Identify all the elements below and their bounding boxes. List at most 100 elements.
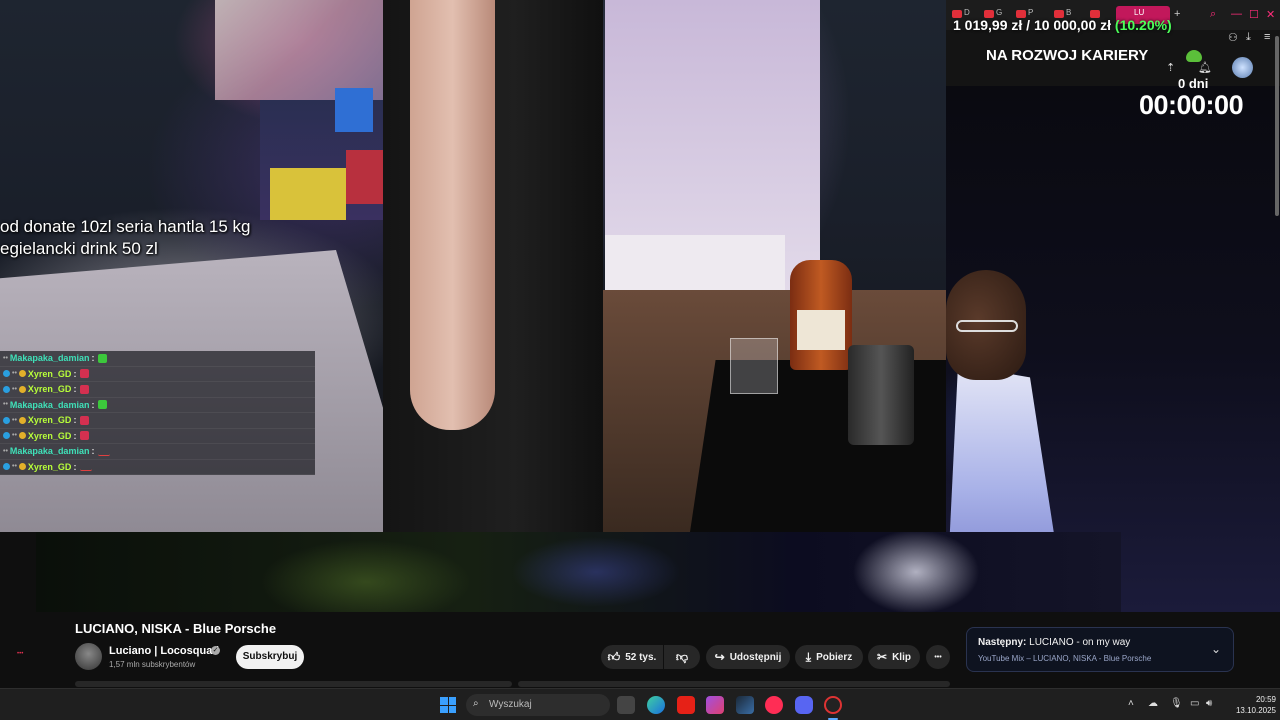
sub-badge-icon xyxy=(3,432,10,440)
verified-icon: ✓ xyxy=(211,646,220,655)
chat-colon: : xyxy=(91,446,95,457)
start-button[interactable] xyxy=(440,697,456,713)
mini-icon: ••• xyxy=(17,651,24,657)
clock[interactable]: 20:59 13.10.2025 xyxy=(1226,694,1276,716)
tab-label[interactable]: D xyxy=(964,8,970,17)
gold-badge-icon xyxy=(18,370,26,378)
sub-badge-icon xyxy=(3,370,10,378)
chat-colon: : xyxy=(73,384,77,395)
minimize-icon[interactable]: — xyxy=(1231,8,1242,20)
chat-username[interactable]: Xyren_GD xyxy=(28,369,72,379)
donation-goal: 1 019,99 zł / 10 000,00 zł (10.20%) xyxy=(953,17,1172,33)
new-tab-icon[interactable]: + xyxy=(1174,8,1180,20)
tab-label[interactable]: B xyxy=(1066,8,1071,17)
download-icon[interactable]: ⤓ xyxy=(1246,31,1251,44)
badge-dots-icon: •• xyxy=(3,401,8,409)
microphone-icon[interactable]: 🎙︎ xyxy=(1170,698,1183,709)
goal-amount: 1 019,99 zł / 10 000,00 zł xyxy=(953,17,1112,33)
download-icon: ⤓ xyxy=(805,649,812,664)
sub-badge-icon xyxy=(3,385,10,393)
snipping-tool-icon[interactable] xyxy=(706,696,724,714)
clip-button[interactable]: ✂ Klip xyxy=(868,645,920,669)
search-placeholder: Wyszukaj xyxy=(489,699,532,710)
chat-username[interactable]: Xyren_GD xyxy=(28,384,72,394)
chat-message: •• Makapaka_damian: xyxy=(0,398,315,413)
chat-colon: : xyxy=(91,353,95,364)
task-view-icon[interactable] xyxy=(617,696,635,714)
chat-colon: : xyxy=(73,461,77,472)
chat-username[interactable]: Makapaka_damian xyxy=(10,446,90,456)
app-icon[interactable] xyxy=(824,696,842,714)
video-title: LUCIANO, NISKA - Blue Porsche xyxy=(75,621,277,636)
clock-date: 13.10.2025 xyxy=(1235,706,1276,715)
timer-days: 0 dni xyxy=(1178,76,1209,91)
opera-icon[interactable] xyxy=(765,696,783,714)
timer: 00:00:00 xyxy=(1139,90,1244,120)
chevron-down-icon[interactable]: ⌄ xyxy=(1211,642,1221,656)
more-button[interactable]: ••• xyxy=(926,645,950,669)
close-icon[interactable]: ✕ xyxy=(1266,8,1275,21)
thumbs-down-icon: 👎︎ xyxy=(675,649,689,664)
like-button[interactable]: 👍︎ 52 tys. xyxy=(601,645,663,669)
donate-text-line2: egielancki drink 50 zl xyxy=(0,239,158,258)
youtube-icon[interactable] xyxy=(677,696,695,714)
description-bar xyxy=(518,681,950,687)
upload-icon[interactable]: ⇡ xyxy=(1166,61,1175,74)
subscribe-button[interactable]: Subskrybuj xyxy=(236,645,304,669)
chat-colon: : xyxy=(73,430,77,441)
volume-icon[interactable]: 🔊︎ xyxy=(1206,698,1212,709)
box-red xyxy=(346,150,386,204)
network-icon[interactable]: ▭ xyxy=(1190,698,1199,709)
tab-label-active[interactable]: LU xyxy=(1134,8,1144,17)
clip-label: Klip xyxy=(892,651,911,663)
chat-message: •• Makapaka_damian: xyxy=(0,444,315,460)
left-gutter xyxy=(0,612,36,688)
discord-icon[interactable] xyxy=(795,696,813,714)
artist-glasses xyxy=(956,320,1018,332)
scrollbar[interactable] xyxy=(1275,36,1279,216)
emote-icon xyxy=(80,415,90,425)
maximize-icon[interactable]: ☐ xyxy=(1249,8,1259,21)
bell-icon[interactable]: 🔔︎ xyxy=(1198,61,1212,74)
clock-time: 20:59 xyxy=(1255,695,1276,704)
chat-username[interactable]: Xyren_GD xyxy=(28,431,72,441)
up-next-card[interactable]: Następny: LUCIANO - on my way YouTube Mi… xyxy=(966,627,1234,672)
menu-icon[interactable]: ≡ xyxy=(1264,31,1270,43)
chat-message: •• Makapaka_damian: xyxy=(0,351,315,367)
chevron-up-icon[interactable]: ˄ xyxy=(1128,698,1134,709)
taskbar-search[interactable]: ⌕ Wyszukaj xyxy=(466,694,610,716)
steam-icon[interactable] xyxy=(736,696,754,714)
profile-icon[interactable]: ⚇ xyxy=(1228,31,1238,44)
chat-username[interactable]: Makapaka_damian xyxy=(10,353,90,363)
download-button[interactable]: ⤓ Pobierz xyxy=(795,645,863,669)
cloud-icon[interactable]: ☁ xyxy=(1148,698,1158,709)
can xyxy=(848,345,914,445)
emote-icon xyxy=(80,462,93,472)
tab-label[interactable]: G xyxy=(996,8,1002,17)
youtube-player-frame[interactable] xyxy=(36,532,1121,612)
share-button[interactable]: ↪ Udostępnij xyxy=(706,645,790,669)
channel-name[interactable]: Luciano | Locosquad xyxy=(109,645,219,657)
donate-text-line1: od donate 10zl seria hantla 15 kg xyxy=(0,217,251,236)
box-yellow xyxy=(270,168,346,220)
search-icon[interactable]: ⌕ xyxy=(1210,8,1216,21)
channel-avatar[interactable] xyxy=(75,643,102,670)
emote-icon xyxy=(80,369,90,379)
avatar[interactable] xyxy=(1232,57,1253,78)
download-label: Pobierz xyxy=(816,651,853,663)
up-next-song: LUCIANO - on my way xyxy=(1029,637,1131,648)
stream-video[interactable]: od donate 10zl seria hantla 15 kg egiela… xyxy=(0,0,946,532)
chat-username[interactable]: Xyren_GD xyxy=(28,462,72,472)
badge-dots-icon: •• xyxy=(12,385,17,393)
emote-icon xyxy=(80,431,90,441)
tab-label[interactable]: P xyxy=(1028,8,1033,17)
edge-icon[interactable] xyxy=(647,696,665,714)
chat-username[interactable]: Makapaka_damian xyxy=(10,400,90,410)
share-icon: ↪ xyxy=(714,650,725,664)
emote-icon xyxy=(98,353,108,363)
chat-colon: : xyxy=(73,415,77,426)
dislike-button[interactable]: 👎︎ xyxy=(664,645,700,669)
scissors-icon: ✂ xyxy=(877,650,888,664)
chat-username[interactable]: Xyren_GD xyxy=(28,415,72,425)
chat-message: •• Xyren_GD: xyxy=(0,413,315,429)
